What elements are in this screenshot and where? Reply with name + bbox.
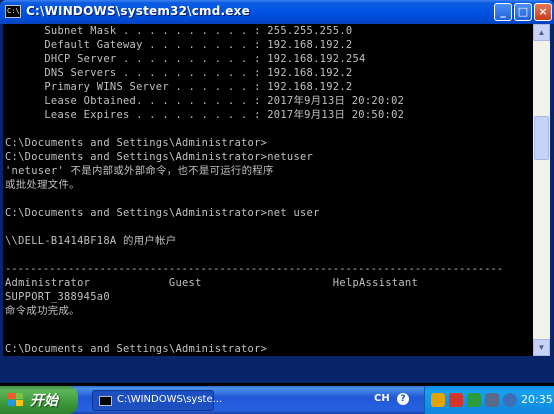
close-button[interactable]: ×	[534, 3, 552, 21]
clock[interactable]: 20:35	[521, 393, 553, 406]
console-output[interactable]: Subnet Mask . . . . . . . . . . : 255.25…	[3, 24, 533, 356]
scroll-up-button[interactable]: ▲	[533, 24, 550, 41]
console-line: 命令成功完成。	[5, 305, 80, 317]
console-line: Lease Obtained. . . . . . . . . : 2017年9…	[5, 95, 405, 107]
console-line: ----------------------------------------…	[5, 263, 504, 275]
antivirus-icon[interactable]	[467, 393, 481, 407]
volume-icon[interactable]	[485, 393, 499, 407]
console-line: DNS Servers . . . . . . . . . . : 192.16…	[5, 67, 353, 79]
console-line: Default Gateway . . . . . . . . : 192.16…	[5, 39, 353, 51]
console-line: DHCP Server . . . . . . . . . . : 192.16…	[5, 53, 366, 65]
console-prompt[interactable]: C:\Documents and Settings\Administrator>	[5, 342, 267, 356]
maximize-button[interactable]: □	[514, 3, 532, 21]
console-line: 'netuser' 不是内部或外部命令，也不是可运行的程序	[5, 165, 274, 177]
security-shield-icon[interactable]	[449, 393, 463, 407]
taskbar: 开始 C:\WINDOWS\syste... CH ? 20:35	[0, 386, 554, 414]
console-line: 或批处理文件。	[5, 179, 80, 191]
cmd-icon	[99, 396, 112, 406]
minimize-button[interactable]: _	[494, 3, 512, 21]
network-icon[interactable]	[431, 393, 445, 407]
windows-logo-icon	[8, 393, 24, 407]
console-line: Lease Expires . . . . . . . . . : 2017年9…	[5, 109, 405, 121]
update-icon[interactable]	[503, 393, 517, 407]
cmd-icon[interactable]: C:\	[5, 5, 21, 18]
window-frame-bottom	[0, 356, 554, 383]
console-line: C:\Documents and Settings\Administrator>…	[5, 151, 314, 163]
vertical-scrollbar[interactable]: ▲ ▼	[533, 24, 550, 356]
title-bar[interactable]: C:\ C:\WINDOWS\system32\cmd.exe _ □ ×	[0, 0, 554, 24]
scroll-down-button[interactable]: ▼	[533, 339, 550, 356]
language-indicator[interactable]: CH	[374, 393, 390, 404]
start-button[interactable]: 开始	[0, 386, 78, 414]
console-line: Administrator Guest HelpAssistant	[5, 277, 419, 289]
help-icon[interactable]: ?	[397, 393, 409, 405]
console-line: C:\Documents and Settings\Administrator>	[5, 137, 268, 149]
scroll-thumb[interactable]	[534, 116, 549, 160]
window-title: C:\WINDOWS\system32\cmd.exe	[26, 4, 250, 18]
start-label: 开始	[30, 393, 58, 409]
console-line: C:\Documents and Settings\Administrator>…	[5, 207, 320, 219]
console-line: Subnet Mask . . . . . . . . . . : 255.25…	[5, 25, 353, 37]
taskbar-item-cmd[interactable]: C:\WINDOWS\syste...	[92, 390, 222, 411]
system-tray: 20:35	[424, 386, 554, 414]
console-line: \\DELL-B1414BF18A 的用户帐户	[5, 235, 177, 247]
cmd-window: C:\ C:\WINDOWS\system32\cmd.exe _ □ × Su…	[0, 0, 554, 383]
console-line: SUPPORT_388945a0	[5, 291, 110, 303]
console-line: Primary WINS Server . . . . . . : 192.16…	[5, 81, 353, 93]
taskbar-item-label: C:\WINDOWS\syste...	[117, 394, 223, 405]
